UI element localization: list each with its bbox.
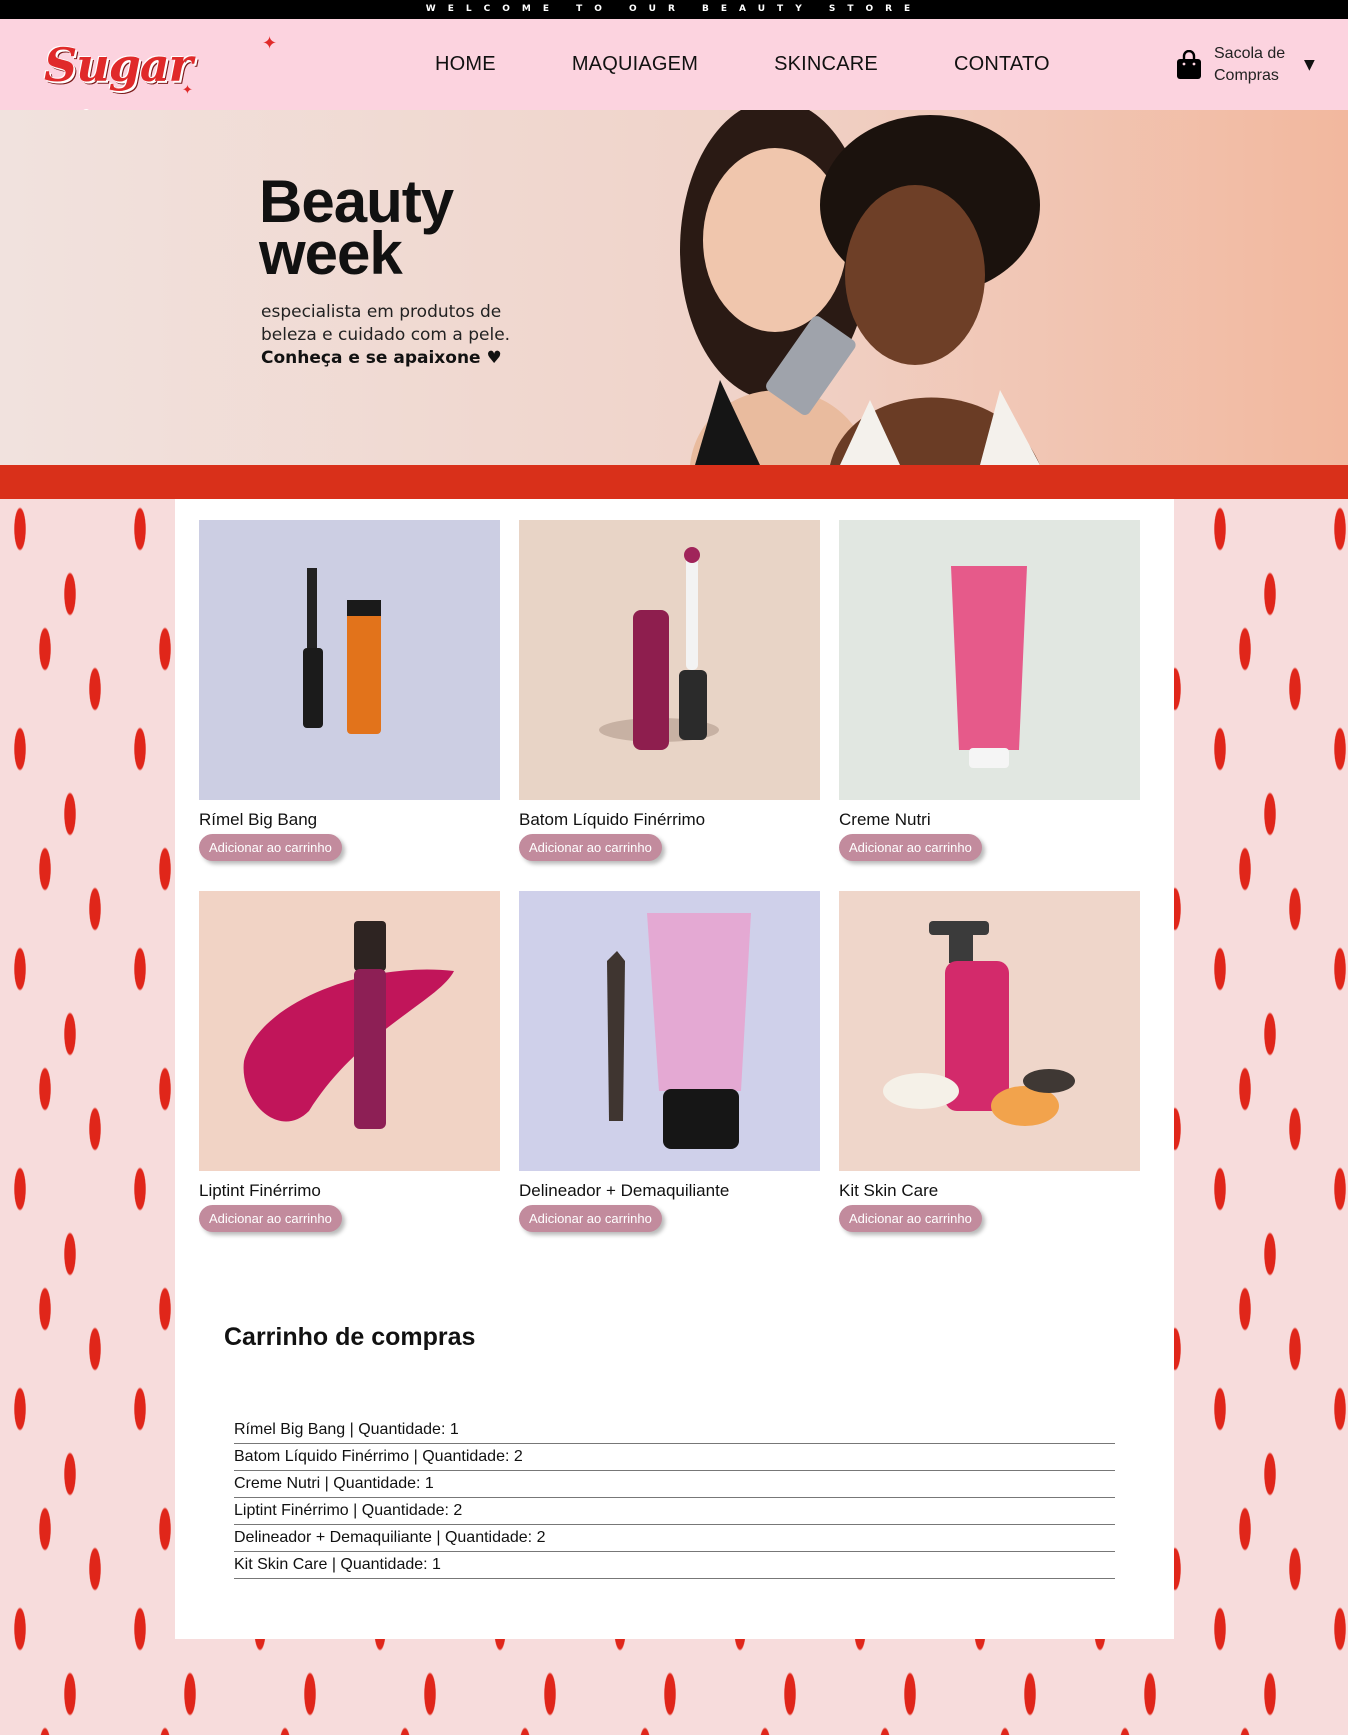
welcome-strip: WELCOME TO OUR BEAUTY STORE	[0, 0, 1348, 19]
product-name: Rímel Big Bang	[199, 810, 318, 829]
site-header: Sugar Lips ✦ ✦ HOME MAQUIAGEM SKINCARE C…	[0, 19, 1348, 156]
product-card: Liptint Finérrimo Adicionar ao carrinho	[199, 891, 500, 1232]
product-image-cream[interactable]	[839, 520, 1140, 800]
product-image-mascara[interactable]	[199, 520, 500, 800]
nav-maquiagem[interactable]: MAQUIAGEM	[572, 53, 698, 76]
main-nav: HOME MAQUIAGEM SKINCARE CONTATO	[435, 19, 1126, 110]
product-card: Batom Líquido Finérrimo Adicionar ao car…	[519, 520, 820, 861]
accent-band	[0, 465, 1348, 499]
cart-item: Creme Nutri | Quantidade: 1	[234, 1471, 1115, 1498]
product-name: Batom Líquido Finérrimo	[519, 810, 706, 829]
add-to-cart-button[interactable]: Adicionar ao carrinho	[839, 1205, 982, 1232]
hero-title: Beauty week	[259, 168, 454, 287]
add-to-cart-button[interactable]: Adicionar ao carrinho	[519, 1205, 662, 1232]
product-card: Rímel Big Bang Adicionar ao carrinho	[199, 520, 500, 861]
cart-label: Sacola de Compras	[1214, 45, 1286, 84]
product-image-skincare-kit[interactable]	[839, 891, 1140, 1171]
cart-item: Rímel Big Bang | Quantidade: 1	[234, 1417, 1115, 1444]
add-to-cart-button[interactable]: Adicionar ao carrinho	[519, 834, 662, 861]
shopping-bag-button[interactable]: Sacola de Compras ▼	[1176, 37, 1326, 93]
cart-item: Kit Skin Care | Quantidade: 1	[234, 1552, 1115, 1579]
cart-item: Delineador + Demaquiliante | Quantidade:…	[234, 1525, 1115, 1552]
nav-skincare[interactable]: SKINCARE	[774, 53, 878, 76]
product-image-liner-remover[interactable]	[519, 891, 820, 1171]
main-panel: Rímel Big Bang Adicionar ao carrinho Bat…	[175, 499, 1174, 1639]
heart-icon: ♥	[486, 348, 502, 368]
shopping-bag-icon	[1177, 50, 1201, 79]
product-name: Delineador + Demaquiliante	[519, 1181, 730, 1200]
product-name: Kit Skin Care	[839, 1181, 939, 1200]
product-name: Liptint Finérrimo	[199, 1181, 321, 1200]
product-image-liquid-lipstick[interactable]	[519, 520, 820, 800]
add-to-cart-button[interactable]: Adicionar ao carrinho	[199, 1205, 342, 1232]
product-name: Creme Nutri	[839, 810, 931, 829]
cart-item: Liptint Finérrimo | Quantidade: 2	[234, 1498, 1115, 1525]
cart-item: Batom Líquido Finérrimo | Quantidade: 2	[234, 1444, 1115, 1471]
cart-list: Rímel Big Bang | Quantidade: 1 Batom Líq…	[234, 1417, 1115, 1579]
add-to-cart-button[interactable]: Adicionar ao carrinho	[199, 834, 342, 861]
cart-title: Carrinho de compras	[224, 1323, 476, 1351]
product-card: Creme Nutri Adicionar ao carrinho	[839, 520, 1140, 861]
add-to-cart-button[interactable]: Adicionar ao carrinho	[839, 834, 982, 861]
nav-home[interactable]: HOME	[435, 53, 496, 76]
hero-description: especialista em produtos de beleza e cui…	[261, 302, 511, 368]
product-image-liptint[interactable]	[199, 891, 500, 1171]
sparkle-icon: ✦	[182, 83, 193, 98]
logo[interactable]: Sugar Lips ✦ ✦	[44, 33, 284, 156]
models-photo	[680, 110, 1040, 465]
product-card: Kit Skin Care Adicionar ao carrinho	[839, 891, 1140, 1232]
product-card: Delineador + Demaquiliante Adicionar ao …	[519, 891, 820, 1232]
hero-banner: Beauty week especialista em produtos de …	[0, 110, 1348, 465]
nav-contato[interactable]: CONTATO	[954, 53, 1050, 76]
caret-down-icon: ▼	[1304, 57, 1315, 73]
sparkle-icon: ✦	[262, 33, 278, 54]
